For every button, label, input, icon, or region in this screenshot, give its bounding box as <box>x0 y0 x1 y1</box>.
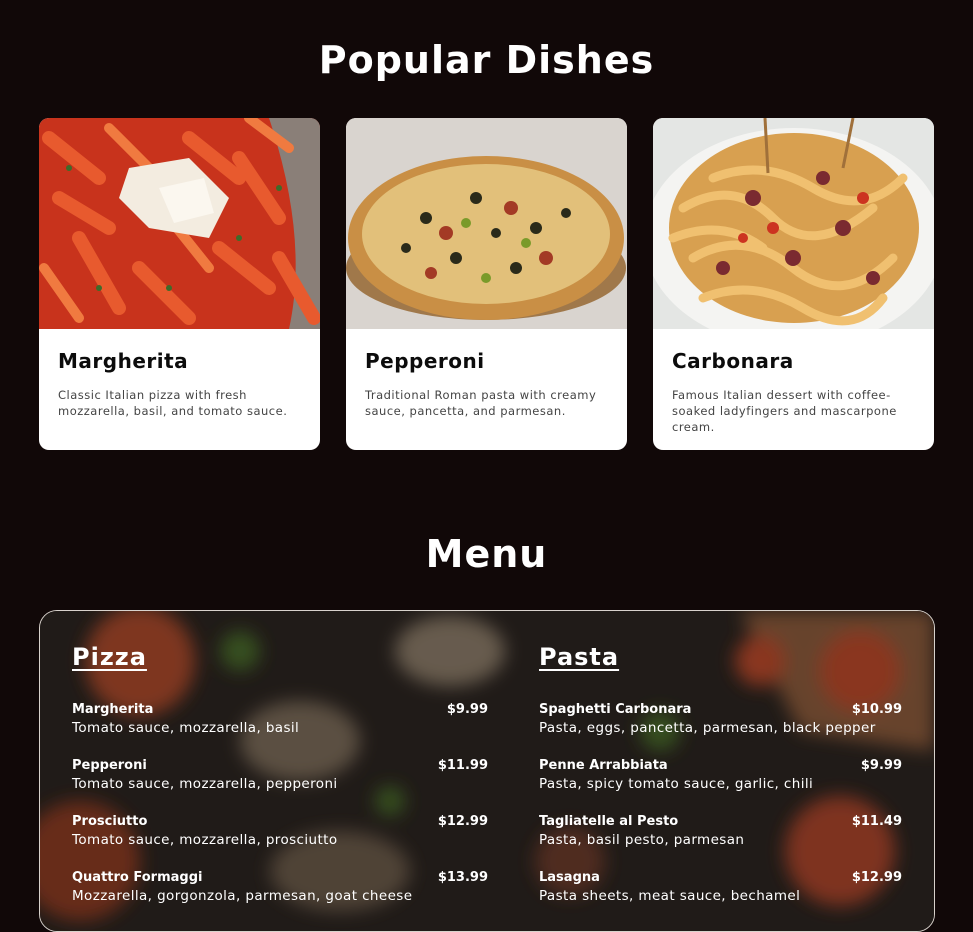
menu-category-pizza: Pizza Margherita $9.99 Tomato sauce, moz… <box>72 643 488 925</box>
menu-item-description: Mozzarella, gorgonzola, parmesan, goat c… <box>72 888 413 904</box>
dish-card-description: Famous Italian dessert with coffee-soake… <box>672 388 897 434</box>
menu-item-description: Tomato sauce, mozzarella, basil <box>72 720 300 736</box>
menu-title: Menu <box>425 532 548 576</box>
pizza-image <box>346 118 627 329</box>
menu-item-name: Margherita <box>72 702 154 717</box>
dish-card-description: Traditional Roman pasta with creamy sauc… <box>365 388 597 418</box>
menu-item-name: Tagliatelle al Pesto <box>539 814 679 829</box>
menu-category-title: Pasta <box>539 643 620 671</box>
menu-item-price: $12.99 <box>851 870 902 885</box>
menu-item-price: $9.99 <box>860 758 902 773</box>
menu-item[interactable]: Lasagna $12.99 Pasta sheets, meat sauce,… <box>539 869 902 906</box>
penne-pasta-image <box>39 118 320 329</box>
menu-item-price: $11.49 <box>851 814 902 829</box>
menu-item-name: Prosciutto <box>72 814 148 829</box>
menu-item[interactable]: Penne Arrabbiata $9.99 Pasta, spicy toma… <box>539 757 902 794</box>
menu-item[interactable]: Prosciutto $12.99 Tomato sauce, mozzarel… <box>72 813 488 850</box>
dish-card-title: Margherita <box>58 349 189 373</box>
menu-item-description: Pasta, basil pesto, parmesan <box>539 832 745 848</box>
dish-card-title: Pepperoni <box>365 349 485 373</box>
menu-item-price: $9.99 <box>446 702 488 717</box>
menu-item[interactable]: Spaghetti Carbonara $10.99 Pasta, eggs, … <box>539 701 902 738</box>
menu-item-description: Pasta, spicy tomato sauce, garlic, chili <box>539 776 814 792</box>
menu-item-name: Pepperoni <box>72 758 147 773</box>
dish-card-title: Carbonara <box>672 349 794 373</box>
menu-item-name: Spaghetti Carbonara <box>539 702 692 717</box>
menu-item-price: $12.99 <box>437 814 488 829</box>
menu-item-description: Tomato sauce, mozzarella, pepperoni <box>72 776 338 792</box>
menu-item-description: Pasta, eggs, pancetta, parmesan, black p… <box>539 720 876 736</box>
dish-card-description: Classic Italian pizza with fresh mozzare… <box>58 388 288 418</box>
menu-item-price: $13.99 <box>437 870 488 885</box>
menu-item-name: Quattro Formaggi <box>72 870 203 885</box>
menu-item-name: Lasagna <box>539 870 600 885</box>
dish-card-margherita[interactable]: Margherita Classic Italian pizza with fr… <box>39 118 320 450</box>
menu-item[interactable]: Tagliatelle al Pesto $11.49 Pasta, basil… <box>539 813 902 850</box>
menu-board: Pizza Margherita $9.99 Tomato sauce, moz… <box>39 610 935 932</box>
popular-dishes-title: Popular Dishes <box>318 38 655 82</box>
menu-item-price: $11.99 <box>437 758 488 773</box>
dish-card-pepperoni[interactable]: Pepperoni Traditional Roman pasta with c… <box>346 118 627 450</box>
menu-item-name: Penne Arrabbiata <box>539 758 668 773</box>
menu-category-pasta: Pasta Spaghetti Carbonara $10.99 Pasta, … <box>539 643 902 925</box>
menu-item[interactable]: Margherita $9.99 Tomato sauce, mozzarell… <box>72 701 488 738</box>
menu-item[interactable]: Pepperoni $11.99 Tomato sauce, mozzarell… <box>72 757 488 794</box>
menu-category-title: Pizza <box>72 643 147 671</box>
menu-item-price: $10.99 <box>851 702 902 717</box>
popular-dishes-cards: Margherita Classic Italian pizza with fr… <box>39 118 935 450</box>
menu-item[interactable]: Quattro Formaggi $13.99 Mozzarella, gorg… <box>72 869 488 906</box>
tagliatelle-pasta-image <box>653 118 934 329</box>
dish-card-carbonara[interactable]: Carbonara Famous Italian dessert with co… <box>653 118 934 450</box>
menu-item-description: Tomato sauce, mozzarella, prosciutto <box>72 832 338 848</box>
menu-item-description: Pasta sheets, meat sauce, bechamel <box>539 888 801 904</box>
